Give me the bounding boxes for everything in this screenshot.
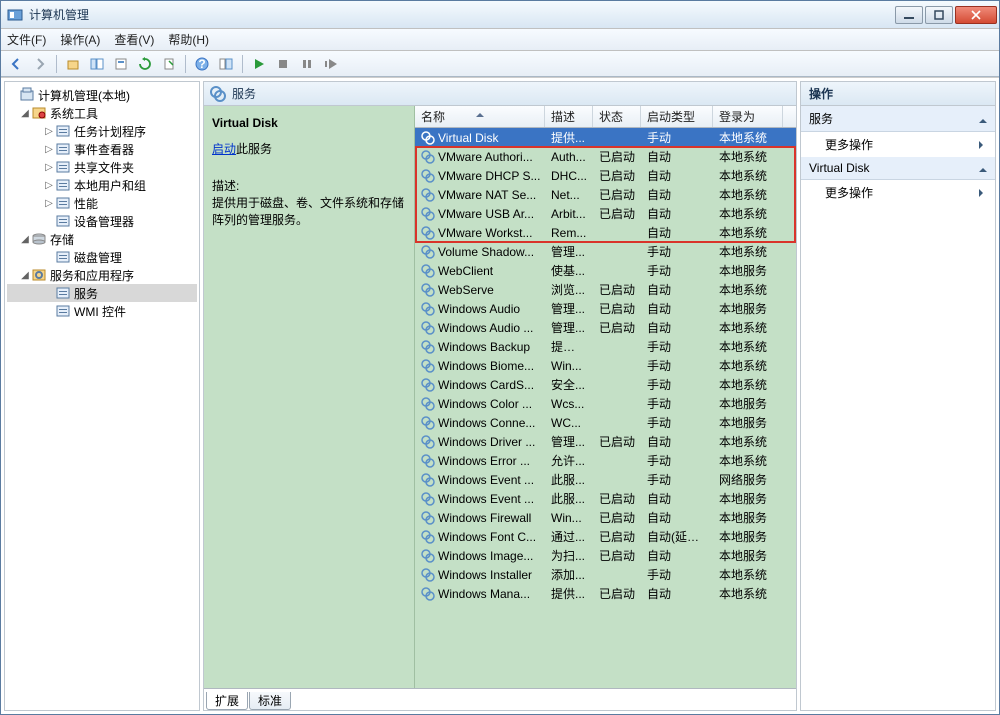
tree-item[interactable]: ▷性能 [7,194,197,212]
show-hide-tree-button[interactable] [86,53,108,75]
menu-help[interactable]: 帮助(H) [168,31,209,48]
tree-item[interactable]: WMI 控件 [7,302,197,320]
tree-item[interactable]: 设备管理器 [7,212,197,230]
action-more-2[interactable]: 更多操作 [801,180,995,205]
up-button[interactable] [62,53,84,75]
service-row[interactable]: Windows Conne...WC...手动本地服务 [415,413,796,432]
description-text: 提供用于磁盘、卷、文件系统和存储阵列的管理服务。 [212,194,406,228]
collapse-icon [979,115,987,123]
export-button[interactable] [158,53,180,75]
service-row[interactable]: Windows Color ...Wcs...手动本地服务 [415,394,796,413]
service-row[interactable]: WebClient使基...手动本地服务 [415,261,796,280]
column-name[interactable]: 名称 [415,106,545,127]
service-row[interactable]: Virtual Disk提供...手动本地系统 [415,128,796,147]
stop-service-button[interactable] [272,53,294,75]
close-button[interactable] [955,6,997,24]
selected-service-name: Virtual Disk [212,116,406,130]
titlebar: 计算机管理 [1,1,999,29]
action-more-1[interactable]: 更多操作 [801,132,995,157]
service-row[interactable]: Windows Image...为扫...已启动自动本地服务 [415,546,796,565]
submenu-icon [979,189,987,197]
actions-title: 操作 [801,82,995,106]
service-row[interactable]: Windows Audio管理...已启动自动本地服务 [415,299,796,318]
help-button[interactable]: ? [191,53,213,75]
service-row[interactable]: VMware Authori...Auth...已启动自动本地系统 [415,147,796,166]
collapse-icon [979,164,987,172]
app-icon [7,7,23,23]
service-row[interactable]: Windows Error ...允许...手动本地系统 [415,451,796,470]
column-logon[interactable]: 登录为 [713,106,783,127]
service-row[interactable]: Windows Font C...通过...已启动自动(延迟...本地服务 [415,527,796,546]
properties-button[interactable] [110,53,132,75]
window-title: 计算机管理 [29,6,895,23]
start-service-link[interactable]: 启动 [212,140,236,157]
list-header[interactable]: 名称 描述 状态 启动类型 登录为 [415,106,796,128]
service-row[interactable]: VMware NAT Se...Net...已启动自动本地系统 [415,185,796,204]
service-row[interactable]: VMware USB Ar...Arbit...已启动自动本地系统 [415,204,796,223]
service-row[interactable]: Windows Biome...Win...手动本地系统 [415,356,796,375]
pause-service-button[interactable] [296,53,318,75]
tree-system-tools[interactable]: ◢系统工具 [7,104,197,122]
tree-root[interactable]: 计算机管理(本地) [7,86,197,104]
service-row[interactable]: Windows Installer添加...手动本地系统 [415,565,796,584]
navigation-tree[interactable]: 计算机管理(本地) ◢系统工具 ▷任务计划程序▷事件查看器▷共享文件夹▷本地用户… [4,81,200,711]
action-group-selected[interactable]: Virtual Disk [801,157,995,180]
tree-item[interactable]: ▷本地用户和组 [7,176,197,194]
action-group-services[interactable]: 服务 [801,106,995,132]
service-row[interactable]: Windows FirewallWin...已启动自动本地服务 [415,508,796,527]
tree-item[interactable]: 磁盘管理 [7,248,197,266]
svg-text:?: ? [198,57,205,71]
tab-standard[interactable]: 标准 [249,692,291,710]
toolbar: ? [1,51,999,77]
toggle-pane-button[interactable] [215,53,237,75]
service-row[interactable]: Windows Event ...此服...已启动自动本地服务 [415,489,796,508]
service-row[interactable]: VMware DHCP S...DHC...已启动自动本地系统 [415,166,796,185]
column-status[interactable]: 状态 [593,106,641,127]
service-row[interactable]: WebServe浏览...已启动自动本地系统 [415,280,796,299]
menu-view[interactable]: 查看(V) [114,31,154,48]
column-start[interactable]: 启动类型 [641,106,713,127]
menu-action[interactable]: 操作(A) [60,31,100,48]
tree-item[interactable]: ▷共享文件夹 [7,158,197,176]
service-row[interactable]: Windows Driver ...管理...已启动自动本地系统 [415,432,796,451]
maximize-button[interactable] [925,6,953,24]
column-desc[interactable]: 描述 [545,106,593,127]
tab-extended[interactable]: 扩展 [206,692,248,710]
center-title: 服务 [232,85,256,102]
actions-pane: 操作 服务 更多操作 Virtual Disk 更多操作 [800,81,996,711]
tree-services-apps[interactable]: ◢服务和应用程序 [7,266,197,284]
service-info-panel: Virtual Disk 启动此服务 描述: 提供用于磁盘、卷、文件系统和存储阵… [204,106,414,688]
forward-button[interactable] [29,53,51,75]
tree-item[interactable]: 服务 [7,284,197,302]
tree-item[interactable]: ▷任务计划程序 [7,122,197,140]
menubar: 文件(F) 操作(A) 查看(V) 帮助(H) [1,29,999,51]
submenu-icon [979,141,987,149]
service-row[interactable]: Windows Event ...此服...手动网络服务 [415,470,796,489]
restart-service-button[interactable] [320,53,342,75]
menu-file[interactable]: 文件(F) [7,31,46,48]
center-header: 服务 [204,82,796,106]
service-row[interactable]: Volume Shadow...管理...手动本地系统 [415,242,796,261]
tree-storage[interactable]: ◢存储 [7,230,197,248]
service-row[interactable]: VMware Workst...Rem...自动本地系统 [415,223,796,242]
service-row[interactable]: Windows Audio ...管理...已启动自动本地系统 [415,318,796,337]
view-tabs: 扩展 标准 [204,688,796,710]
service-row[interactable]: Windows Backup提供 ...手动本地系统 [415,337,796,356]
service-row[interactable]: Windows CardS...安全...手动本地系统 [415,375,796,394]
services-list[interactable]: 名称 描述 状态 启动类型 登录为 Virtual Disk提供...手动本地系… [414,106,796,688]
service-row[interactable]: Windows Mana...提供...已启动自动本地系统 [415,584,796,603]
services-icon [210,86,226,102]
start-service-button[interactable] [248,53,270,75]
refresh-button[interactable] [134,53,156,75]
back-button[interactable] [5,53,27,75]
description-label: 描述: [212,177,406,194]
minimize-button[interactable] [895,6,923,24]
tree-item[interactable]: ▷事件查看器 [7,140,197,158]
